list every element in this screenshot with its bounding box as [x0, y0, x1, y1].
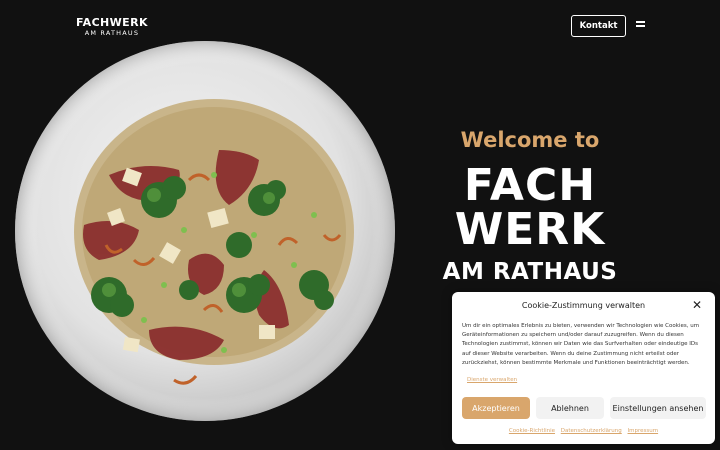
hero-title: FACH WERK [430, 164, 630, 252]
hero-title-line2: WERK [454, 204, 606, 255]
cookie-consent-dialog: Cookie-Zustimmung verwalten ✕ Um dir ein… [452, 292, 715, 444]
cookie-dialog-title: Cookie-Zustimmung verwalten [521, 301, 646, 310]
food-plate-image [14, 40, 396, 422]
logo-line1: FACHWERK [76, 16, 148, 29]
hero-subtitle: AM RATHAUS [442, 259, 618, 285]
manage-services-link[interactable]: Dienste verwalten [467, 377, 517, 383]
hero-title-line1: FACH [463, 160, 597, 211]
imprint-link[interactable]: Impressum [628, 428, 659, 434]
cookie-dialog-text: Um dir ein optimales Erlebnis zu bieten,… [462, 323, 700, 366]
view-settings-button[interactable]: Einstellungen ansehen [610, 397, 706, 419]
close-icon[interactable]: ✕ [692, 298, 702, 312]
hamburger-icon[interactable] [636, 20, 645, 28]
contact-button[interactable]: Kontakt [571, 15, 626, 37]
deny-button[interactable]: Ablehnen [536, 397, 604, 419]
cookie-footer-links: Cookie-Richtlinie Datenschutzerklärung I… [452, 428, 715, 434]
privacy-policy-link[interactable]: Datenschutzerklärung [561, 428, 622, 434]
cookie-policy-link[interactable]: Cookie-Richtlinie [509, 428, 555, 434]
welcome-text: Welcome to [460, 128, 600, 152]
logo-line2: AM RATHAUS [84, 29, 140, 37]
site-logo[interactable]: FACHWERK AM RATHAUS [76, 17, 148, 37]
accept-button[interactable]: Akzeptieren [462, 397, 530, 419]
